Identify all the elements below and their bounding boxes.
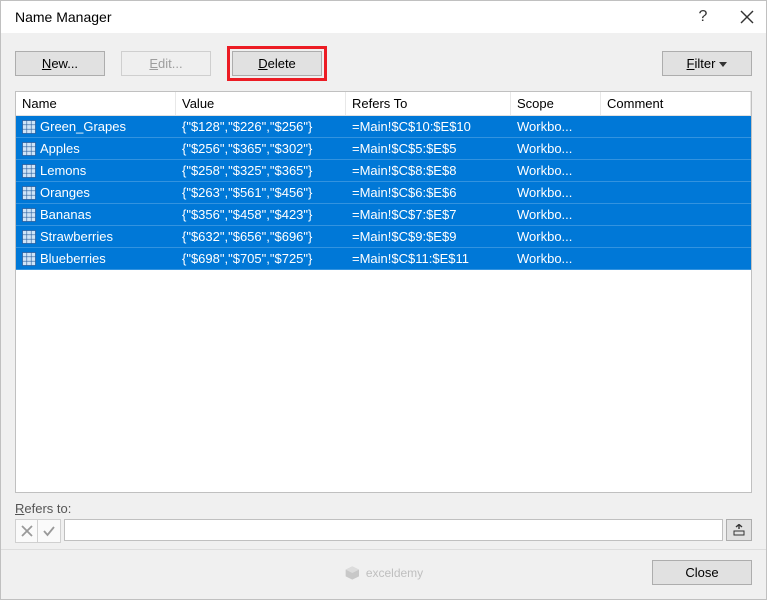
table-icon [22, 208, 36, 222]
row-scope: Workbo... [511, 160, 601, 181]
row-refers: =Main!$C$6:$E$6 [346, 182, 511, 203]
table-icon [22, 120, 36, 134]
title-bar: Name Manager ? [1, 1, 766, 33]
row-scope: Workbo... [511, 116, 601, 137]
name-manager-dialog: Name Manager ? New... Edit... Delete Fil… [0, 0, 767, 600]
close-icon[interactable] [740, 10, 758, 24]
new-button[interactable]: New... [15, 51, 105, 76]
confirm-edit-icon [38, 520, 60, 542]
row-name: Green_Grapes [40, 119, 126, 134]
delete-button[interactable]: Delete [232, 51, 322, 76]
row-refers: =Main!$C$10:$E$10 [346, 116, 511, 137]
col-header-name[interactable]: Name [16, 92, 176, 115]
toolbar: New... Edit... Delete Filter [1, 33, 766, 91]
logo-icon [344, 565, 360, 581]
row-refers: =Main!$C$7:$E$7 [346, 204, 511, 225]
table-icon [22, 252, 36, 266]
table-icon [22, 186, 36, 200]
refers-to-input[interactable] [64, 519, 723, 541]
refers-to-label: Refers to: [15, 501, 752, 516]
help-button[interactable]: ? [694, 9, 712, 25]
cancel-edit-icon [16, 520, 38, 542]
row-name: Blueberries [40, 251, 106, 266]
row-comment [601, 168, 751, 174]
table-row[interactable]: Strawberries {"$632","$656","$696"}=Main!… [16, 226, 751, 248]
chevron-down-icon [719, 62, 727, 67]
col-header-scope[interactable]: Scope [511, 92, 601, 115]
table-icon [22, 230, 36, 244]
row-name: Oranges [40, 185, 90, 200]
col-header-comment[interactable]: Comment [601, 92, 751, 115]
refers-to-section: Refers to: [15, 501, 752, 543]
row-scope: Workbo... [511, 248, 601, 269]
row-scope: Workbo... [511, 138, 601, 159]
table-row[interactable]: Blueberries {"$698","$705","$725"}=Main!$… [16, 248, 751, 270]
row-value: {"$128","$226","$256"} [176, 116, 346, 137]
row-comment [601, 190, 751, 196]
row-name: Apples [40, 141, 80, 156]
row-comment [601, 234, 751, 240]
cancel-confirm-group [15, 519, 61, 543]
watermark: exceldemy [344, 565, 423, 581]
row-refers: =Main!$C$8:$E$8 [346, 160, 511, 181]
row-value: {"$632","$656","$696"} [176, 226, 346, 247]
col-header-refers[interactable]: Refers To [346, 92, 511, 115]
table-icon [22, 142, 36, 156]
names-table: Name Value Refers To Scope Comment Green… [15, 91, 752, 493]
table-icon [22, 164, 36, 178]
bottom-bar: exceldemy Close [1, 549, 766, 599]
col-header-value[interactable]: Value [176, 92, 346, 115]
row-value: {"$698","$705","$725"} [176, 248, 346, 269]
table-row[interactable]: Apples {"$256","$365","$302"}=Main!$C$5:$… [16, 138, 751, 160]
table-row[interactable]: Green_Grapes {"$128","$226","$256"}=Main!… [16, 116, 751, 138]
row-refers: =Main!$C$11:$E$11 [346, 248, 511, 269]
row-scope: Workbo... [511, 226, 601, 247]
filter-button[interactable]: Filter [662, 51, 752, 76]
table-row[interactable]: Bananas {"$356","$458","$423"}=Main!$C$7:… [16, 204, 751, 226]
row-comment [601, 124, 751, 130]
row-value: {"$263","$561","$456"} [176, 182, 346, 203]
row-comment [601, 146, 751, 152]
row-comment [601, 212, 751, 218]
window-controls: ? [694, 9, 758, 25]
row-value: {"$356","$458","$423"} [176, 204, 346, 225]
row-refers: =Main!$C$5:$E$5 [346, 138, 511, 159]
collapse-dialog-button[interactable] [726, 519, 752, 541]
close-button[interactable]: Close [652, 560, 752, 585]
row-name: Lemons [40, 163, 86, 178]
table-body[interactable]: Green_Grapes{"$128","$226","$256"}=Main!… [16, 116, 751, 492]
row-comment [601, 256, 751, 262]
row-name: Strawberries [40, 229, 113, 244]
table-row[interactable]: Lemons {"$258","$325","$365"}=Main!$C$8:$… [16, 160, 751, 182]
row-scope: Workbo... [511, 182, 601, 203]
row-name: Bananas [40, 207, 91, 222]
row-refers: =Main!$C$9:$E$9 [346, 226, 511, 247]
row-value: {"$256","$365","$302"} [176, 138, 346, 159]
row-scope: Workbo... [511, 204, 601, 225]
row-value: {"$258","$325","$365"} [176, 160, 346, 181]
table-row[interactable]: Oranges {"$263","$561","$456"}=Main!$C$6:… [16, 182, 751, 204]
table-header: Name Value Refers To Scope Comment [16, 92, 751, 116]
delete-highlight: Delete [227, 46, 327, 81]
dialog-title: Name Manager [15, 9, 112, 25]
edit-button: Edit... [121, 51, 211, 76]
